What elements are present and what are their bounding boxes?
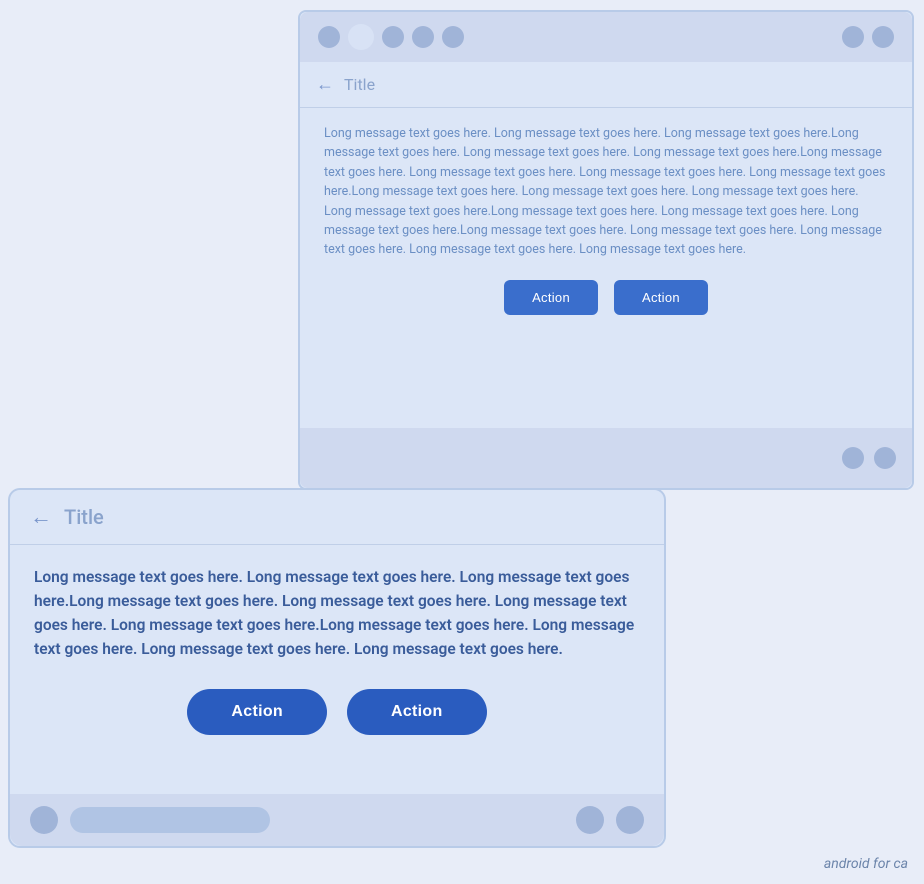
- bottom-status-dot-r2: [616, 806, 644, 834]
- top-button-row: Action Action: [324, 280, 888, 315]
- back-arrow-icon[interactable]: ←: [316, 74, 334, 95]
- bottom-action-button-1[interactable]: Action: [187, 689, 327, 735]
- back-arrow-large-icon[interactable]: ←: [30, 504, 52, 530]
- top-bottom-dot-1: [842, 447, 864, 469]
- bottom-phone-frame: ← Title Long message text goes here. Lon…: [8, 488, 666, 848]
- top-bottom-bar: [300, 428, 912, 488]
- bottom-status-left: [30, 806, 270, 834]
- watermark-text: android for ca: [824, 856, 908, 872]
- status-dot-1: [318, 26, 340, 48]
- top-nav-bar: ← Title: [300, 62, 912, 108]
- status-dot-r1: [842, 26, 864, 48]
- bottom-status-dot-r1: [576, 806, 604, 834]
- bottom-message-text: Long message text goes here. Long messag…: [34, 565, 640, 661]
- top-action-button-1[interactable]: Action: [504, 280, 598, 315]
- status-dot-4: [412, 26, 434, 48]
- top-action-button-2[interactable]: Action: [614, 280, 708, 315]
- top-nav-title: Title: [344, 75, 375, 94]
- bottom-status-bar: [10, 794, 664, 846]
- top-status-bar: [300, 12, 912, 62]
- bottom-button-row: Action Action: [34, 689, 640, 735]
- status-dot-2: [348, 24, 374, 50]
- bottom-status-dot-left: [30, 806, 58, 834]
- bottom-nav-title: Title: [64, 505, 104, 529]
- bottom-nav-bar: ← Title: [10, 490, 664, 545]
- status-dot-r2: [872, 26, 894, 48]
- top-content-area: Long message text goes here. Long messag…: [300, 108, 912, 335]
- bottom-content-area: Long message text goes here. Long messag…: [10, 545, 664, 759]
- top-phone-frame: ← Title Long message text goes here. Lon…: [298, 10, 914, 490]
- status-right-dots: [842, 26, 894, 48]
- status-left-dots: [318, 24, 464, 50]
- status-dot-3: [382, 26, 404, 48]
- top-message-text: Long message text goes here. Long messag…: [324, 124, 888, 260]
- bottom-status-right: [576, 806, 644, 834]
- top-bottom-dot-2: [874, 447, 896, 469]
- status-dot-5: [442, 26, 464, 48]
- bottom-status-pill: [70, 807, 270, 833]
- bottom-action-button-2[interactable]: Action: [347, 689, 487, 735]
